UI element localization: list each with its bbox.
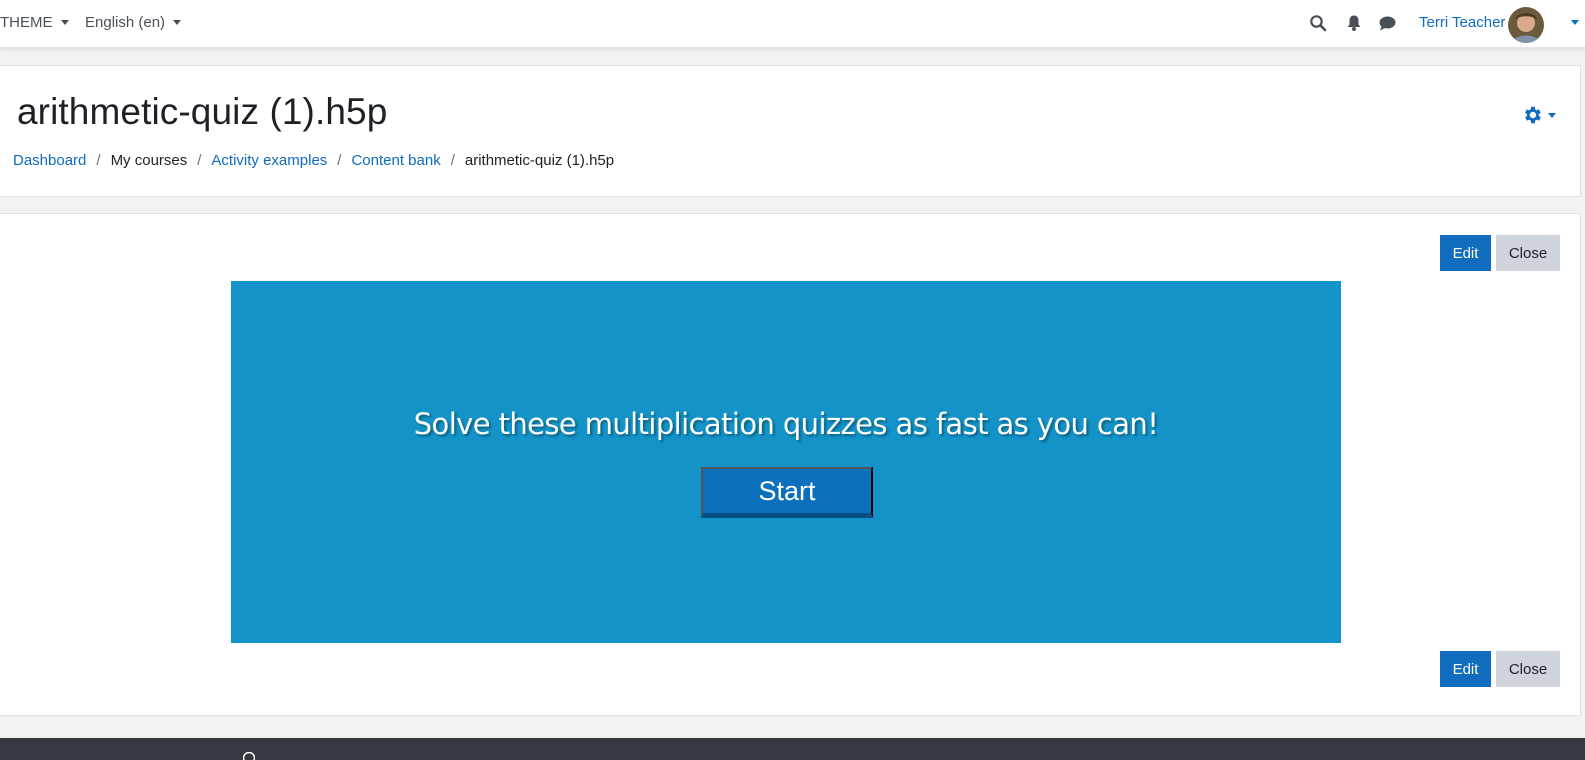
breadcrumb-separator: / — [337, 152, 342, 169]
breadcrumb-separator: / — [96, 152, 101, 169]
search-icon[interactable] — [1309, 14, 1327, 32]
breadcrumb: Dashboard / My courses / Activity exampl… — [13, 152, 614, 169]
breadcrumb-my-courses: My courses — [110, 152, 188, 169]
language-dropdown-label: English (en) — [85, 14, 166, 31]
edit-button-top[interactable]: Edit — [1440, 235, 1491, 271]
info-icon — [243, 752, 255, 760]
page-header: arithmetic-quiz (1).h5p Dashboard / My c… — [0, 65, 1581, 197]
h5p-player: Solve these multiplication quizzes as fa… — [231, 281, 1341, 643]
avatar[interactable] — [1508, 7, 1544, 43]
h5p-intro-text: Solve these multiplication quizzes as fa… — [413, 407, 1159, 441]
content-card: Edit Close Solve these multiplication qu… — [0, 213, 1581, 716]
gear-icon — [1525, 106, 1541, 124]
chevron-down-icon — [173, 20, 182, 25]
chevron-down-icon — [60, 20, 69, 25]
edit-button-bottom[interactable]: Edit — [1440, 651, 1491, 687]
close-button-top[interactable]: Close — [1496, 235, 1560, 271]
theme-dropdown[interactable]: THEME — [0, 14, 69, 31]
bell-icon[interactable] — [1346, 14, 1362, 32]
page-title: arithmetic-quiz (1).h5p — [17, 91, 388, 132]
breadcrumb-separator: / — [450, 152, 455, 169]
start-button[interactable]: Start — [701, 467, 873, 518]
breadcrumb-dashboard[interactable]: Dashboard — [13, 152, 86, 169]
language-dropdown[interactable]: English (en) — [85, 14, 182, 31]
breadcrumb-current: arithmetic-quiz (1).h5p — [464, 152, 615, 169]
close-button-bottom[interactable]: Close — [1496, 651, 1560, 687]
page-footer — [0, 738, 1585, 760]
settings-menu[interactable] — [1521, 104, 1556, 126]
chevron-down-icon — [1548, 112, 1556, 118]
theme-dropdown-label: THEME — [0, 14, 53, 31]
breadcrumb-separator: / — [197, 152, 202, 169]
breadcrumb-content-bank[interactable]: Content bank — [351, 152, 440, 169]
chat-icon[interactable] — [1378, 14, 1397, 32]
top-navbar: THEME English (en) Terri Teacher — [0, 0, 1585, 48]
user-menu-name[interactable]: Terri Teacher — [1419, 14, 1505, 31]
user-menu-chevron-down-icon[interactable] — [1571, 20, 1579, 25]
breadcrumb-activity-examples[interactable]: Activity examples — [211, 152, 327, 169]
